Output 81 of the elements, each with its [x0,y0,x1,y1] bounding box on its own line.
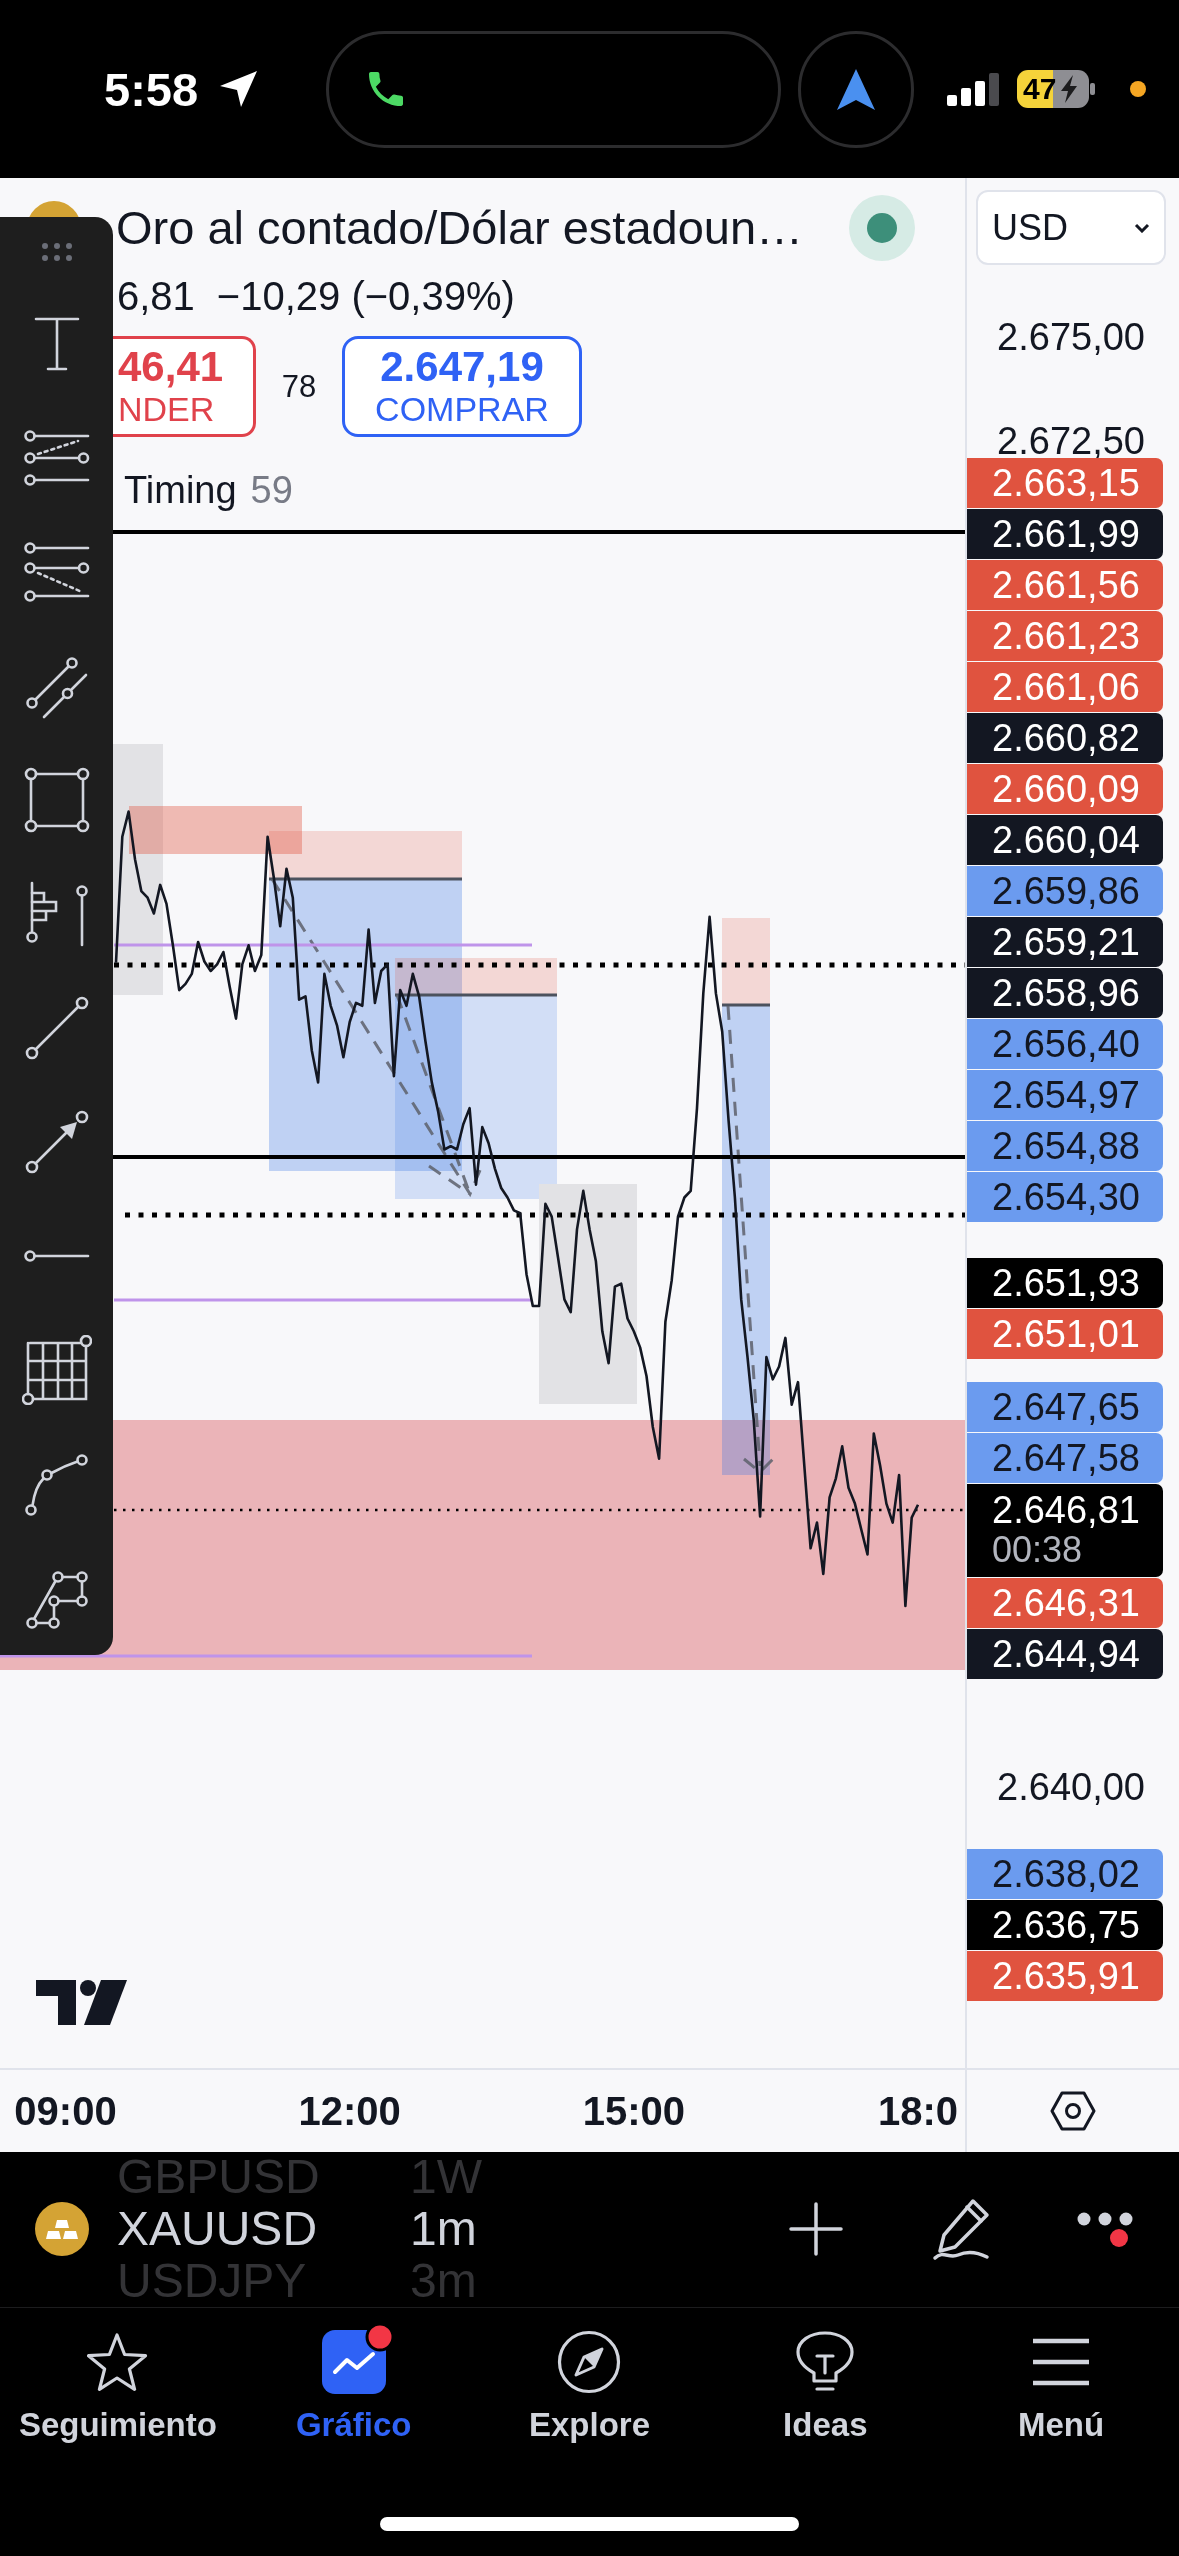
arrow-icon[interactable] [23,1109,90,1175]
price-label: 2.646,31 [967,1578,1163,1628]
symbol-title[interactable]: Oro al contado/Dólar estadoun… [116,194,804,262]
currency-dropdown[interactable]: USD [976,190,1166,265]
price-label: 2.654,30 [967,1172,1163,1222]
price-label: 2.647,65 [967,1382,1163,1432]
pen-icon[interactable] [931,2196,991,2261]
indicator-name[interactable]: Timing [124,471,237,509]
price-label: 2.658,96 [967,968,1163,1018]
price-label: 2.654,97 [967,1070,1163,1120]
price-label: 2.635,91 [967,1951,1163,2001]
price-label: 2.659,86 [967,866,1163,916]
price-change: −10,29 (−0,39%) [216,276,515,316]
phone-icon [369,72,403,106]
menu-icon [1031,2338,1092,2386]
fib-retracement-icon[interactable] [23,428,90,488]
status-time: 5:58 [104,62,199,116]
compass-icon [557,2330,622,2394]
price-label: 2.659,21 [967,917,1163,967]
symbol-logo-icon [29,201,79,217]
location-arrow-icon [220,71,257,107]
price-axis-label: 2.640,00 [997,1764,1145,1809]
price-label: 2.654,88 [967,1121,1163,1171]
price-label: 2.660,82 [967,713,1163,763]
grid-icon[interactable] [21,1335,92,1405]
signal-icon [947,72,1001,106]
price-label: 2.651,01 [967,1309,1163,1359]
price-label: 2.660,09 [967,764,1163,814]
price-label: 2.660,04 [967,815,1163,865]
price-axis-label: 2.675,00 [997,315,1145,360]
price-label: 2.651,93 [967,1258,1163,1308]
more-icon[interactable] [1077,2211,1133,2226]
time-axis-label: 12:00 [298,2088,401,2135]
nav-tab[interactable]: Gráfico [235,2308,472,2446]
spread-value: 78 [281,371,317,402]
price-label: 2.661,99 [967,509,1163,559]
drag-handle-icon[interactable] [40,242,73,262]
price-label: 2.638,02 [967,1849,1163,1899]
nav-tab[interactable]: Ideas [707,2308,944,2446]
price-label: 2.656,40 [967,1019,1163,1069]
price-label: 2.661,06 [967,662,1163,712]
entry-line [722,1003,770,1007]
price-label: 2.647,58 [967,1433,1163,1483]
logo-icon [36,1980,127,2025]
time-axis-label: 09:00 [14,2088,117,2135]
volume-profile-icon[interactable] [23,881,90,947]
plus-icon[interactable] [789,2201,843,2256]
sell-button[interactable]: 46,41 NDER [113,336,256,437]
privacy-dot-icon [1130,81,1146,97]
nav-tab[interactable]: Seguimiento [0,2308,236,2446]
nav-tab[interactable]: Menú [943,2308,1179,2446]
chevron-down-icon [1134,222,1150,233]
time-axis-label: 18:0 [877,2088,959,2135]
trend-line-icon[interactable] [23,995,90,1061]
countdown-timer: 00:38 [992,1530,1083,1570]
indicator-value: 59 [250,471,293,509]
curve-icon[interactable] [23,1451,90,1517]
settings-icon[interactable] [1050,2091,1096,2131]
price-label: 2.663,15 [967,458,1163,508]
price-label: 2.636,75 [967,1900,1163,1950]
navigation-arrow-icon [837,68,875,110]
lightbulb-icon [796,2330,855,2394]
symbol-name[interactable]: XAUUSD [117,2201,318,2255]
horizontal-ray-icon[interactable] [23,1250,90,1262]
current-price: 2.646,81 [992,1490,1140,1530]
nav-tab[interactable]: Explore [471,2308,708,2446]
bullion-icon [35,2201,89,2256]
fib-extension-icon[interactable] [23,542,90,602]
price-label: 2.661,56 [967,560,1163,610]
price-label: 2.644,94 [967,1629,1163,1679]
last-price: 6,81 [117,276,195,316]
chart-icon [321,2330,386,2394]
battery-icon [1017,70,1095,108]
star-icon [86,2333,149,2391]
price-label: 2.661,23 [967,611,1163,661]
text-icon[interactable] [32,316,81,372]
time-axis-label: 15:00 [582,2088,685,2135]
battery-percentage: 47 [1023,71,1057,107]
interval[interactable]: 1m [410,2204,477,2253]
buy-button[interactable]: 2.647,19 COMPRAR [342,336,582,437]
rectangle-icon[interactable] [23,767,90,833]
